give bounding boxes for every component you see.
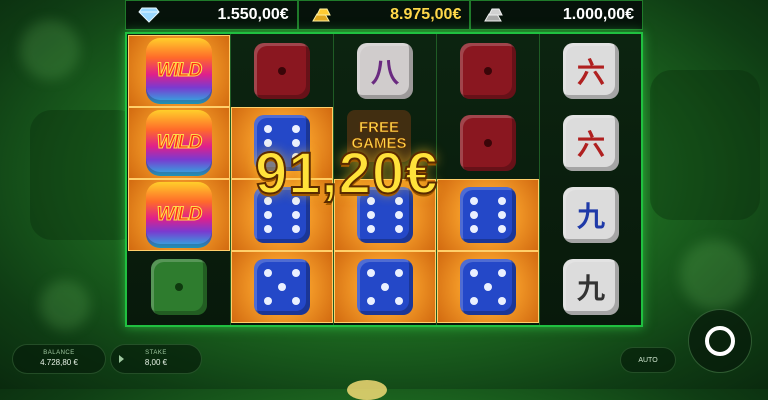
- balance-value: 4.728,80 €: [40, 358, 78, 367]
- glyph-eight-icon: 八: [357, 43, 413, 99]
- jackpot-diamond-value: 1.550,00€: [217, 6, 289, 23]
- win-amount: 91,20€: [254, 140, 439, 207]
- reel-cell: 九: [541, 252, 641, 322]
- reel-cell-wild: WILD: [128, 179, 230, 251]
- reel-cell-wild: WILD: [128, 107, 230, 179]
- reel-cell-win: [437, 179, 539, 251]
- reel-cell-win: [231, 251, 333, 323]
- jackpot-silver-value: 1.000,00€: [562, 6, 635, 23]
- glyph-six: 六: [576, 56, 605, 89]
- diamond-icon: [138, 7, 160, 23]
- wild-symbol: WILD: [146, 110, 212, 176]
- glyph-nine-icon: 九: [563, 187, 619, 243]
- jackpot-bar: 1.550,00€ 8.975,00€ 1.000,00€: [125, 0, 643, 30]
- stake-selector[interactable]: STAKE 8,00 €: [110, 344, 202, 374]
- reel-cell-win: [437, 251, 539, 323]
- green-die-icon: [151, 259, 207, 315]
- jackpot-silver: 1.000,00€: [471, 1, 642, 29]
- wild-symbol: WILD: [146, 182, 212, 248]
- reel-cell: [129, 252, 229, 322]
- blue-die-icon: [254, 259, 310, 315]
- bokeh-light: [20, 20, 80, 80]
- balance-label: BALANCE: [43, 350, 75, 356]
- spin-button[interactable]: [688, 309, 752, 373]
- gold-bars-icon: [311, 8, 331, 22]
- stake-label: STAKE: [145, 350, 167, 356]
- glyph-nine: 九: [576, 272, 605, 305]
- jackpot-gold: 8.975,00€: [299, 1, 472, 29]
- glyph-six: 六: [576, 128, 605, 161]
- spin-icon: [705, 326, 735, 356]
- red-die-icon: [460, 43, 516, 99]
- glyph-nine: 九: [576, 200, 605, 233]
- reel-divider: [230, 34, 231, 325]
- jackpot-diamond: 1.550,00€: [126, 1, 299, 29]
- glyph-eight: 八: [370, 56, 399, 89]
- red-die-icon: [254, 43, 310, 99]
- wild-symbol: WILD: [146, 38, 212, 104]
- wild-label: WILD: [156, 204, 203, 226]
- background-die-right: [650, 70, 760, 220]
- bokeh-light: [40, 280, 90, 330]
- reel-cell: 八: [335, 36, 435, 106]
- coin-glow: [347, 380, 387, 400]
- play-arrow-icon: [119, 355, 124, 363]
- free-games-label: FREE: [358, 119, 400, 136]
- reel-divider: [539, 34, 540, 325]
- jackpot-gold-value: 8.975,00€: [390, 6, 462, 23]
- background-die-left: [30, 110, 140, 240]
- wild-label: WILD: [156, 60, 203, 82]
- auto-play-button[interactable]: AUTO: [620, 347, 676, 373]
- reel-cell-win: [334, 251, 436, 323]
- reel-cell: [438, 36, 538, 106]
- silver-bars-icon: [484, 8, 504, 22]
- reel-cell-wild: WILD: [128, 35, 230, 107]
- reel-cell: [232, 36, 332, 106]
- glyph-six-icon: 六: [563, 115, 619, 171]
- blue-die-icon: [460, 187, 516, 243]
- blue-die-icon: [460, 259, 516, 315]
- reel-cell: 六: [541, 36, 641, 106]
- glyph-nine-icon: 九: [563, 259, 619, 315]
- reel-cell: 六: [541, 108, 641, 178]
- stake-value: 8,00 €: [144, 358, 168, 367]
- red-die-icon: [460, 115, 516, 171]
- balance-display: BALANCE 4.728,80 €: [12, 344, 106, 374]
- blue-die-icon: [357, 259, 413, 315]
- reel-cell: [438, 108, 538, 178]
- wild-label: WILD: [156, 132, 203, 154]
- reel-cell: 九: [541, 180, 641, 250]
- bokeh-light: [680, 240, 750, 310]
- glyph-six-icon: 六: [563, 43, 619, 99]
